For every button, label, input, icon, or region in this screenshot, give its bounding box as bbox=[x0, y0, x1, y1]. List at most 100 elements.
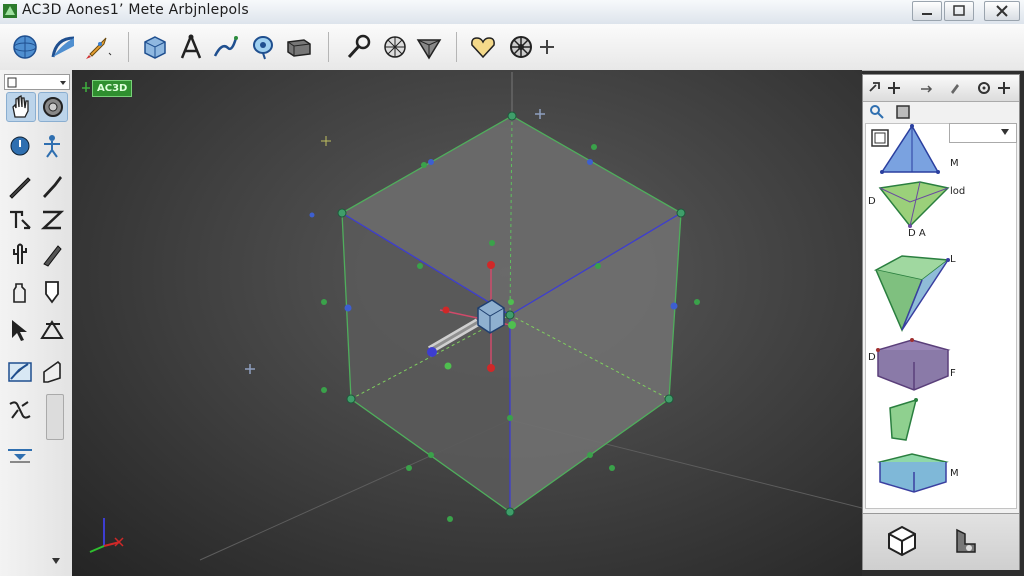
scene-canvas[interactable] bbox=[72, 70, 862, 576]
close-button[interactable] bbox=[984, 1, 1020, 21]
sphere-tool-button[interactable] bbox=[10, 32, 40, 62]
item-label: lod bbox=[950, 186, 966, 197]
paint-icon[interactable] bbox=[947, 80, 963, 96]
split-icon bbox=[9, 401, 31, 419]
rocket-icon bbox=[86, 37, 112, 59]
scroll-down-icon[interactable] bbox=[50, 556, 62, 566]
panel-header bbox=[863, 75, 1019, 102]
crosshair-marker bbox=[535, 109, 545, 119]
fork-tool-button[interactable] bbox=[210, 32, 240, 62]
hand-tool-button[interactable] bbox=[6, 92, 36, 122]
wrench-icon bbox=[347, 34, 371, 59]
text-tool-icon bbox=[10, 210, 31, 230]
rotate-tool-button[interactable] bbox=[6, 132, 34, 160]
zig-tool-button[interactable] bbox=[38, 206, 66, 234]
curve-tool-button[interactable] bbox=[48, 32, 78, 62]
cursor-tool-button[interactable] bbox=[6, 316, 34, 344]
fold-icon bbox=[43, 360, 61, 383]
undo-icon[interactable] bbox=[949, 524, 983, 558]
grid-sphere-tool-button[interactable] bbox=[380, 32, 410, 62]
axis-mini-icon bbox=[82, 82, 90, 92]
list-item[interactable]: D lod D A bbox=[866, 178, 1016, 242]
viewport-label-badge: AC3D bbox=[92, 80, 133, 97]
stop-icon[interactable] bbox=[895, 104, 911, 120]
maximize-icon bbox=[953, 5, 965, 16]
rocket-tool-button[interactable] bbox=[82, 32, 112, 62]
sphere-icon bbox=[13, 35, 37, 59]
lasso-icon bbox=[253, 36, 273, 60]
ruler-tool-button[interactable] bbox=[6, 440, 34, 468]
window-title: AC3D Aones1’ Mete Arbjnlepols bbox=[22, 2, 249, 18]
search-icon[interactable] bbox=[869, 104, 885, 120]
curve-icon bbox=[51, 36, 75, 58]
list-item[interactable] bbox=[866, 396, 1016, 444]
panel-search-bar bbox=[863, 101, 1019, 123]
tool-mode-dropdown[interactable] bbox=[4, 74, 70, 90]
cube-icon bbox=[144, 36, 166, 59]
brush-tool-button[interactable] bbox=[38, 172, 66, 200]
brush-icon bbox=[43, 176, 62, 198]
knife-tool-button[interactable] bbox=[38, 240, 66, 268]
link-icon[interactable] bbox=[867, 79, 885, 97]
lasso-tool-button[interactable] bbox=[248, 32, 278, 62]
cone-tool-button[interactable] bbox=[414, 32, 444, 62]
heart-icon bbox=[471, 37, 495, 59]
box-icon bbox=[287, 39, 311, 57]
box-tool-button[interactable] bbox=[284, 32, 314, 62]
panel-footer bbox=[863, 513, 1019, 570]
item-label: D bbox=[868, 196, 876, 207]
prism-thumbnail bbox=[873, 255, 950, 332]
cursor-icon bbox=[12, 320, 27, 341]
compass-icon bbox=[180, 34, 202, 59]
pencil-icon bbox=[9, 177, 31, 199]
wrench-tool-button[interactable] bbox=[344, 32, 374, 62]
triangle-tool-icon bbox=[40, 320, 64, 339]
cone-icon bbox=[416, 39, 442, 60]
panel-dropdown[interactable] bbox=[949, 123, 1017, 143]
bottle-tool-button[interactable] bbox=[6, 278, 34, 306]
figure-tool-button[interactable] bbox=[38, 132, 66, 160]
toolbar-separator bbox=[128, 32, 129, 62]
orbit-tool-button[interactable] bbox=[38, 92, 68, 122]
cube-tool-button[interactable] bbox=[140, 32, 170, 62]
list-item[interactable]: L bbox=[866, 246, 1016, 334]
fold-tool-button[interactable] bbox=[38, 358, 66, 386]
object-library-list[interactable]: M D lod D A L D F M bbox=[865, 123, 1017, 509]
settings-icon[interactable] bbox=[975, 79, 993, 97]
pencil-tool-button[interactable] bbox=[6, 172, 34, 200]
compass-tool-button[interactable] bbox=[176, 32, 206, 62]
scroll-handle[interactable] bbox=[46, 394, 64, 440]
minimize-icon bbox=[922, 13, 932, 15]
maximize-button[interactable] bbox=[944, 1, 974, 21]
item-label: D bbox=[868, 352, 876, 363]
toolbar-separator bbox=[456, 32, 457, 62]
pyramid-thumbnail bbox=[880, 124, 940, 174]
triangle-tool-button[interactable] bbox=[38, 316, 66, 344]
title-bar: AC3D Aones1’ Mete Arbjnlepols bbox=[0, 0, 1024, 25]
rotate-icon bbox=[10, 136, 30, 156]
heart-tool-button[interactable] bbox=[468, 32, 498, 62]
shard-thumbnail bbox=[889, 398, 918, 441]
list-item[interactable]: D F bbox=[866, 334, 1016, 396]
add-tool-button[interactable] bbox=[532, 32, 562, 62]
hand-icon bbox=[12, 94, 29, 118]
image-tool-button[interactable] bbox=[6, 358, 34, 386]
bottle-icon bbox=[13, 283, 26, 303]
item-label: M bbox=[950, 158, 959, 169]
add-icon[interactable] bbox=[885, 79, 903, 97]
item-label: F bbox=[950, 368, 956, 379]
minimize-button[interactable] bbox=[912, 1, 942, 21]
chevron-down-icon bbox=[1001, 129, 1009, 135]
text-tool-button[interactable] bbox=[6, 206, 34, 234]
add-icon[interactable] bbox=[995, 79, 1013, 97]
main-toolbar bbox=[0, 24, 1024, 71]
toolbar-separator bbox=[328, 32, 329, 62]
list-item[interactable]: M bbox=[866, 444, 1016, 508]
split-tool-button[interactable] bbox=[6, 396, 34, 424]
cactus-tool-button[interactable] bbox=[6, 240, 34, 268]
slab-thumbnail bbox=[875, 338, 951, 391]
pin-tool-button[interactable] bbox=[38, 278, 66, 306]
arrow-icon[interactable] bbox=[919, 81, 935, 95]
3d-viewport[interactable] bbox=[72, 70, 862, 576]
cube-outline-icon[interactable] bbox=[885, 524, 919, 558]
